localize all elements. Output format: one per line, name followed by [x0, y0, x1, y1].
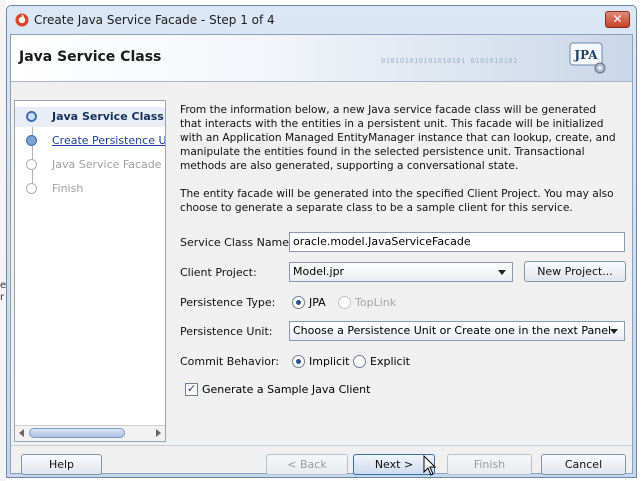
cancel-button[interactable]: Cancel — [541, 454, 626, 475]
client-note-text: The entity facade will be generated into… — [180, 188, 614, 214]
commit-behavior-label: Commit Behavior: — [180, 355, 280, 368]
step-label: Finish — [52, 182, 84, 195]
implicit-radio[interactable] — [292, 355, 305, 368]
step-create-persistence-unit[interactable]: Create Persistence Unit — [15, 131, 166, 151]
step-label: Java Service Facade Me — [52, 158, 165, 171]
persistence-unit-label: Persistence Unit: — [180, 325, 273, 338]
binary-decoration: 010101010101010101 0101010101 — [381, 57, 518, 65]
step-dot-icon — [26, 183, 37, 194]
jpa-radio[interactable] — [292, 296, 305, 309]
sample-client-label[interactable]: Generate a Sample Java Client — [202, 383, 370, 396]
mouse-pointer-icon — [423, 455, 437, 476]
close-window-button[interactable]: ✕ — [605, 11, 630, 28]
jpa-logo-text: JPA — [573, 48, 598, 62]
step-finish: Finish — [15, 179, 165, 199]
page-title: Java Service Class — [19, 49, 162, 65]
dialog-client-area: Java Service Class 010101010101010101 01… — [10, 34, 633, 475]
persistence-unit-value: Choose a Persistence Unit or Create one … — [293, 324, 612, 337]
client-project-select[interactable]: Model.jpr — [289, 262, 513, 282]
back-button: < Back — [266, 454, 348, 475]
check-icon: ✓ — [187, 382, 197, 395]
persistence-type-label: Persistence Type: — [180, 296, 276, 309]
wizard-header: Java Service Class 010101010101010101 01… — [11, 35, 632, 82]
toplink-radio — [338, 296, 351, 309]
service-class-label: Service Class Name: — [180, 236, 293, 249]
background-fragment: r — [0, 292, 5, 303]
jpa-radio-label[interactable]: JPA — [309, 296, 326, 309]
wizard-step-list: Java Service Class Create Persistence Un… — [14, 100, 166, 442]
client-project-label: Client Project: — [180, 266, 257, 279]
footer-divider — [11, 445, 632, 446]
service-class-name-input[interactable]: oracle.model.JavaServiceFacade — [289, 232, 625, 252]
scroll-thumb[interactable] — [29, 428, 125, 438]
step-label: Create Persistence Unit — [52, 134, 166, 147]
scroll-left-icon[interactable] — [19, 429, 24, 437]
persistence-unit-select[interactable]: Choose a Persistence Unit or Create one … — [289, 321, 625, 341]
step-java-service-class[interactable]: Java Service Class — [15, 107, 165, 127]
java-cup-icon — [15, 13, 29, 27]
new-project-button[interactable]: New Project... — [524, 261, 626, 282]
help-button[interactable]: Help — [21, 454, 102, 475]
chevron-down-icon — [498, 270, 506, 275]
title-bar[interactable]: Create Java Service Facade - Step 1 of 4… — [7, 6, 636, 34]
client-project-value: Model.jpr — [293, 265, 345, 278]
toplink-radio-label: TopLink — [355, 296, 397, 309]
chevron-down-icon — [610, 329, 618, 334]
step-dot-icon — [26, 159, 37, 170]
current-step-icon — [26, 111, 37, 122]
finish-button: Finish — [447, 454, 532, 475]
close-icon: ✕ — [612, 12, 623, 26]
window-title: Create Java Service Facade - Step 1 of 4 — [34, 13, 275, 27]
scroll-right-icon[interactable] — [156, 429, 161, 437]
implicit-radio-label[interactable]: Implicit — [309, 355, 349, 368]
step-label: Java Service Class — [52, 110, 164, 123]
description-text: From the information below, a new Java s… — [180, 104, 616, 172]
horizontal-scrollbar[interactable] — [15, 425, 165, 441]
dialog-window: Create Java Service Facade - Step 1 of 4… — [6, 5, 637, 478]
step-dot-icon — [26, 135, 37, 146]
sample-client-checkbox[interactable]: ✓ — [185, 382, 198, 396]
jpa-logo-icon: JPA — [569, 42, 606, 74]
step-java-service-facade-methods: Java Service Facade Me — [15, 155, 165, 175]
explicit-radio[interactable] — [353, 355, 366, 368]
explicit-radio-label[interactable]: Explicit — [370, 355, 410, 368]
